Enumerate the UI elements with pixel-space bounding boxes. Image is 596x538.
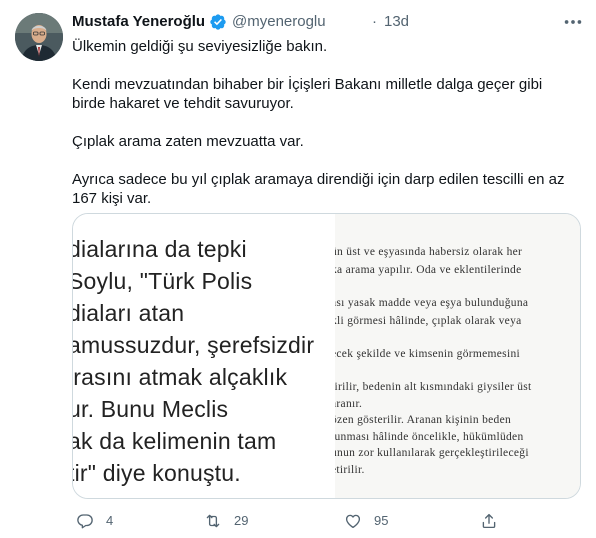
regulation-line: ecek şekilde ve kimsenin görmemesini [335,348,520,360]
article-line: irasını atmak alçaklık [73,364,288,390]
separator-dot: · [372,13,377,30]
like-button[interactable]: 95 [344,510,414,532]
share-button[interactable] [480,510,510,532]
article-line: tir" diye konuştu. [73,460,241,486]
article-line: Soylu, "Türk Polis [73,268,253,294]
tweet-paragraph: Ülkemin geldiği şu seviyesizliğe bakın. [72,38,328,55]
regulation-line: etirilir. [335,464,365,476]
article-line: dialarına da tepki [73,236,247,262]
tweet-paragraph: Kendi mevzuatından bihaber bir İçişleri … [72,76,543,112]
profile-photo [15,13,63,61]
regulation-line: lunması hâlinde öncelikle, hükümlüden [335,431,524,443]
regulation-line: ası yasak madde veya eşya bulunduğuna [335,297,529,309]
regulation-line: özen gösterilir. Aranan kişinin beden [335,414,512,426]
regulation-line: unun zor kullanılarak gerçekleştirileceğ… [335,447,529,459]
article-line: amussuzdur, şerefsizdir [73,332,315,358]
like-count: 95 [374,513,389,528]
article-line: diaları atan [73,300,185,326]
tweet-timestamp[interactable]: 13d [384,13,409,30]
tweet-paragraph: Ayrıca sadece bu yıl çıplak aramaya dire… [72,171,565,207]
author-handle[interactable]: @myeneroglu [232,13,326,30]
tweet: Mustafa Yeneroğlu @myeneroglu · 13d Ülke… [0,0,596,538]
regulation-line: kli görmesi hâlinde, çıplak olarak veya [335,315,522,327]
verified-badge-icon [209,13,227,31]
news-article-crop: dialarına da tepki Soylu, "Türk Polis di… [73,214,335,498]
retweet-count: 29 [234,513,249,528]
retweet-button[interactable]: 29 [204,510,284,532]
tweet-actions: 4 29 95 [72,510,582,532]
reply-icon [77,514,93,529]
more-horizontal-icon[interactable] [562,11,584,33]
tweet-header: Mustafa Yeneroğlu @myeneroglu · 13d [72,11,582,33]
retweet-icon [206,514,220,528]
tweet-paragraph: Çıplak arama zaten mevzuatta var. [72,133,304,150]
regulation-page-crop: ün üst ve eşyasında habersiz olarak her … [335,214,580,498]
tweet-media-image[interactable]: dialarına da tepki Soylu, "Türk Polis di… [72,213,581,499]
avatar[interactable] [15,13,63,61]
heart-icon [345,514,361,529]
regulation-line: tirilir, bedenin alt kısmındaki giysiler… [335,381,532,393]
reply-count: 4 [106,513,114,528]
author-display-name[interactable]: Mustafa Yeneroğlu [72,13,205,30]
regulation-line: ka arama yapılır. Oda ve eklentilerinde [335,264,522,276]
regulation-line: aranır. [335,398,363,410]
regulation-line: ün üst ve eşyasında habersiz olarak her [335,246,523,258]
share-icon [482,513,496,529]
reply-button[interactable]: 4 [76,510,136,532]
article-line: ak da kelimenin tam [73,428,277,454]
article-line: ur. Bunu Meclis [73,396,229,422]
